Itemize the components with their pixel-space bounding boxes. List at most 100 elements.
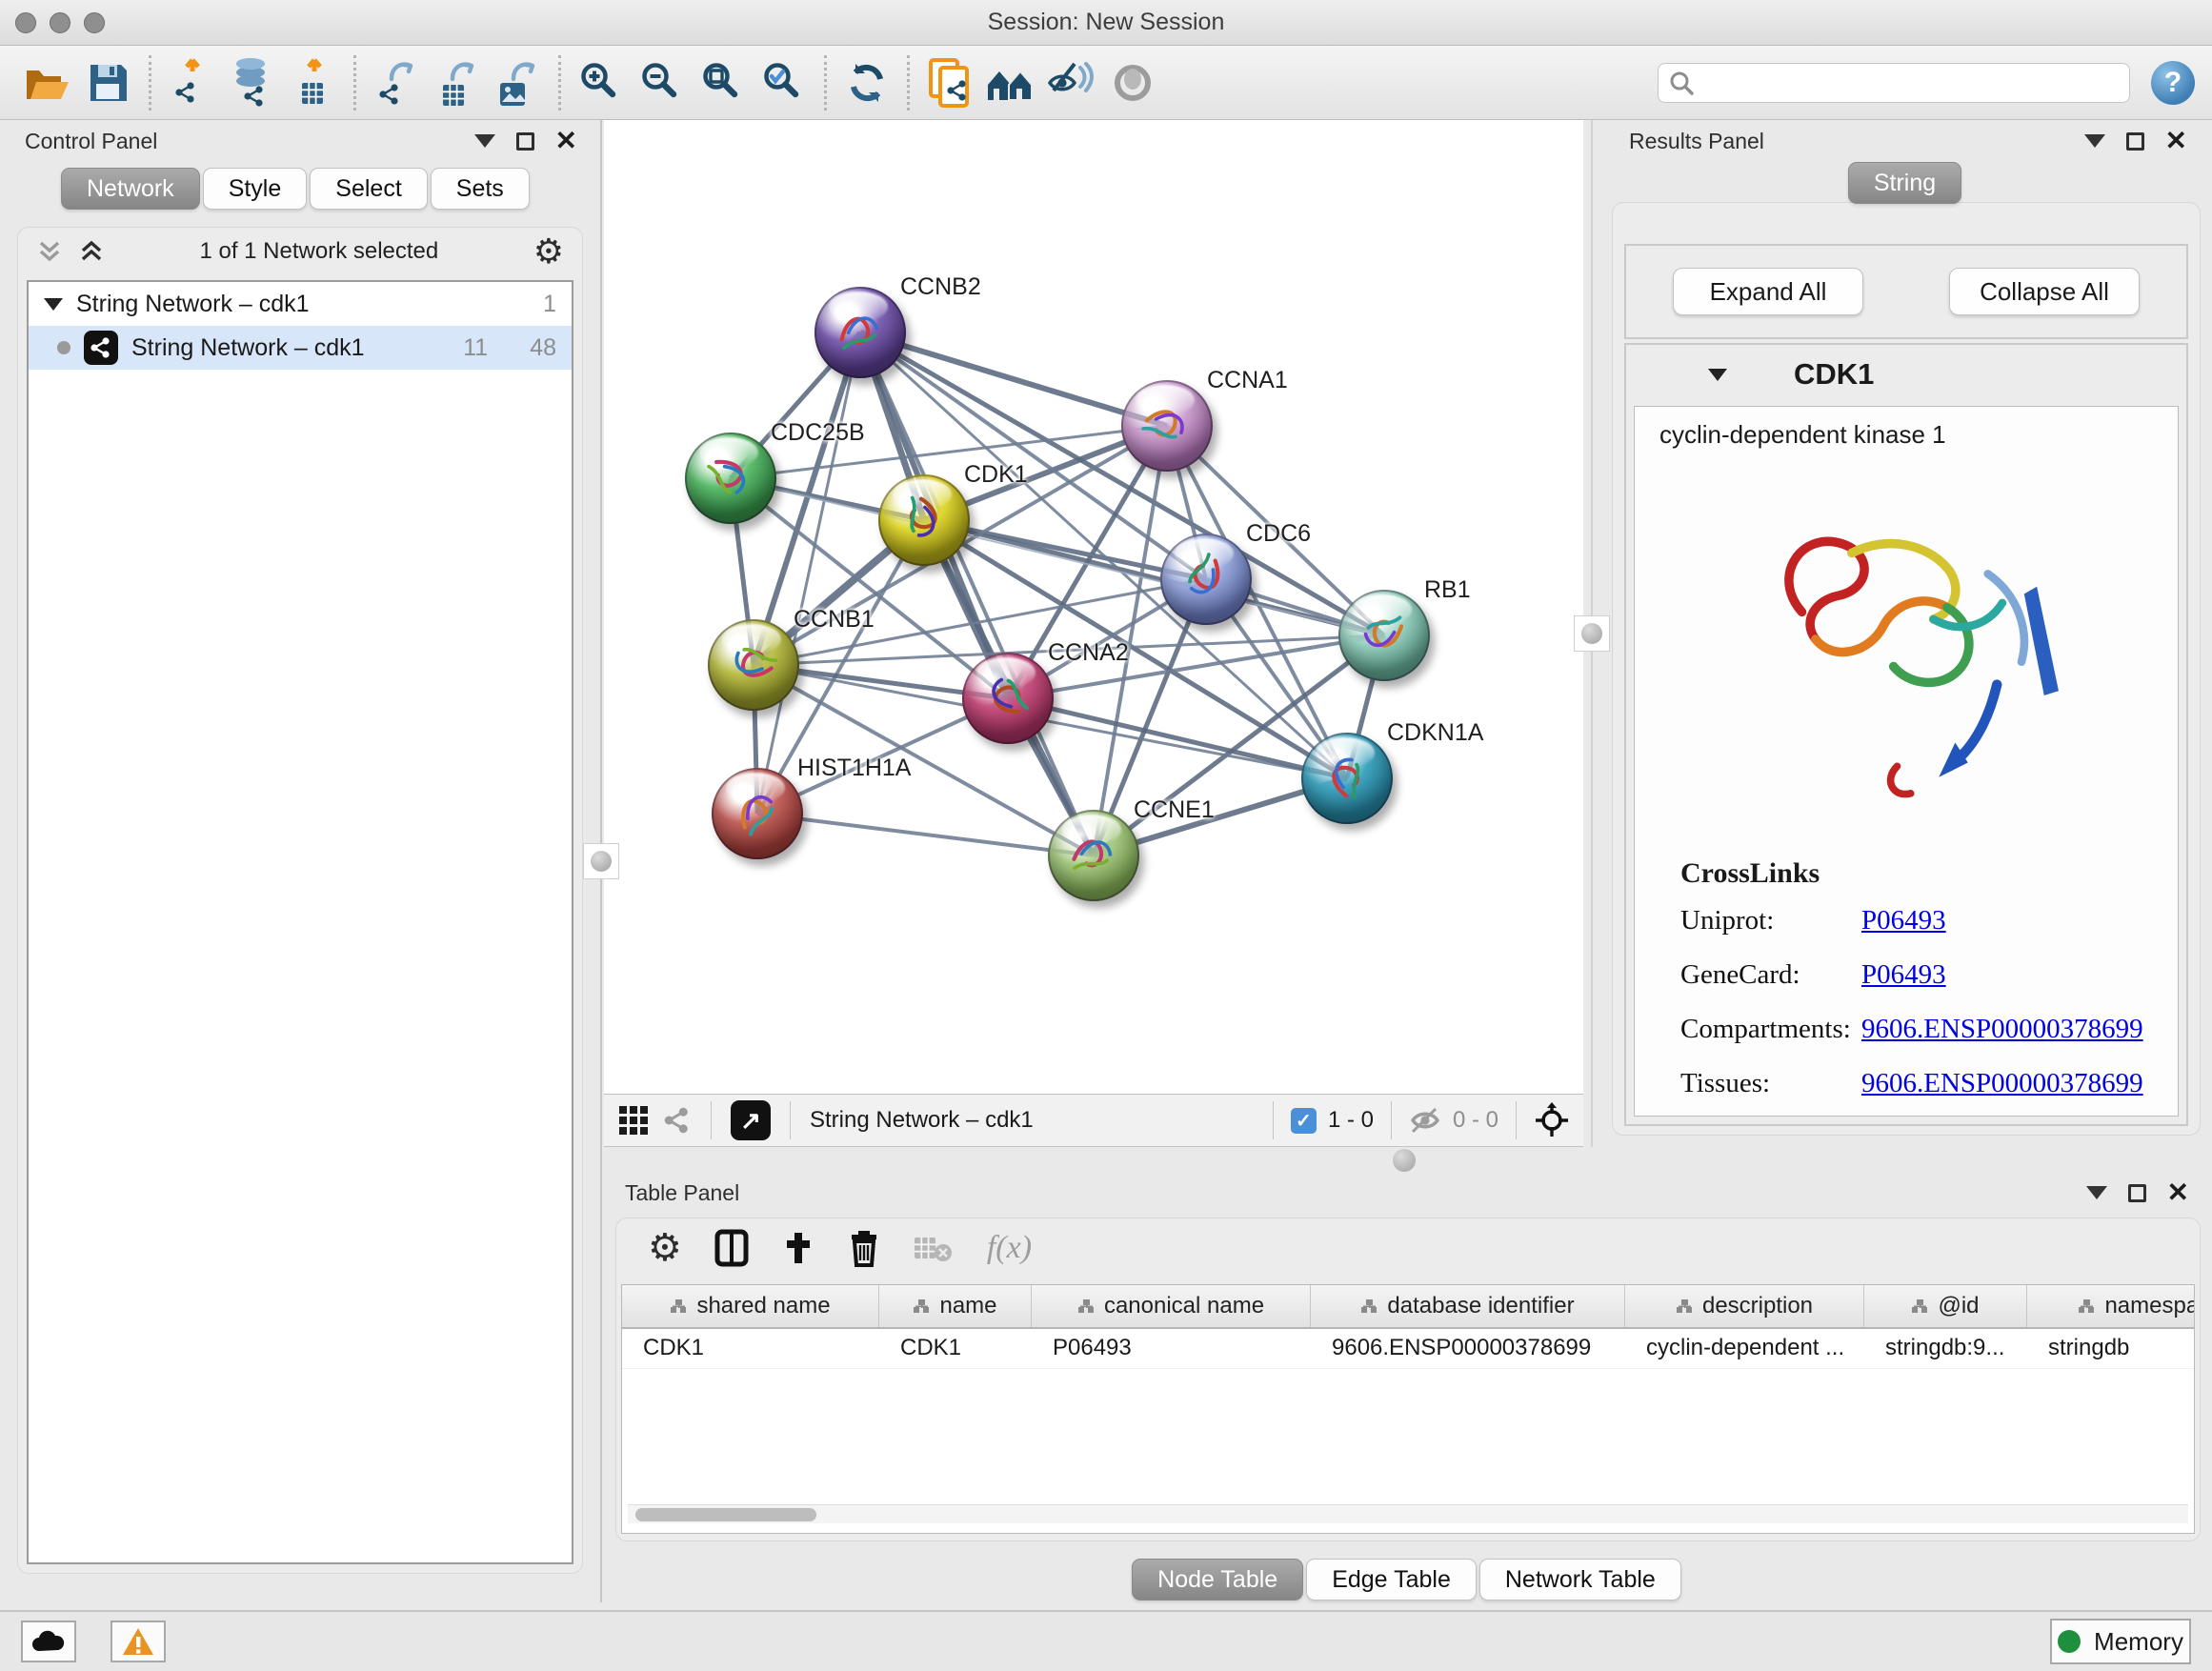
crosslinks-section: CrossLinks Uniprot:P06493GeneCard:P06493… xyxy=(1635,857,2178,1117)
save-session-button[interactable] xyxy=(78,53,139,112)
panel-close-icon[interactable]: ✕ xyxy=(555,128,577,154)
column-header-database-identifier[interactable]: database identifier xyxy=(1311,1285,1625,1327)
collapse-all-button[interactable]: Collapse All xyxy=(1949,268,2140,315)
zoom-in-button[interactable] xyxy=(571,53,632,112)
import-network-button[interactable] xyxy=(161,53,222,112)
tab-network-table[interactable]: Network Table xyxy=(1479,1559,1681,1601)
tab-style[interactable]: Style xyxy=(203,168,308,210)
refresh-button[interactable] xyxy=(836,53,897,112)
zoom-selected-button[interactable] xyxy=(754,53,814,112)
tab-string[interactable]: String xyxy=(1848,162,1961,204)
left-splitter-handle[interactable] xyxy=(583,843,619,879)
crosslink-row: GeneCard:P06493 xyxy=(1680,959,2178,991)
node-CCNB2[interactable] xyxy=(814,287,906,378)
node-CDKN1A[interactable] xyxy=(1301,733,1393,824)
grid-view-icon[interactable] xyxy=(617,1104,650,1137)
panel-close-icon[interactable]: ✕ xyxy=(2167,1179,2189,1206)
table-options-gear-icon[interactable]: ⚙ xyxy=(648,1229,682,1267)
import-from-database-button[interactable] xyxy=(222,53,283,112)
panel-float-icon[interactable] xyxy=(516,132,534,151)
birdseye-navigator-icon[interactable] xyxy=(1534,1102,1570,1138)
column-header-name[interactable]: name xyxy=(879,1285,1032,1327)
warning-button[interactable] xyxy=(111,1621,166,1662)
tab-select[interactable]: Select xyxy=(310,168,427,210)
crosslink-link[interactable]: P06493 xyxy=(1861,905,1946,936)
expand-all-button[interactable]: Expand All xyxy=(1673,268,1863,315)
open-session-button[interactable] xyxy=(17,53,78,112)
panel-minimize-icon[interactable] xyxy=(2084,134,2105,148)
section-caret-icon[interactable] xyxy=(1708,369,1727,381)
network-share-icon[interactable] xyxy=(663,1106,692,1135)
gene-description: cyclin-dependent kinase 1 xyxy=(1635,407,2178,450)
zoom-out-button[interactable] xyxy=(632,53,693,112)
hidden-eye-icon[interactable] xyxy=(1409,1107,1441,1134)
search-input[interactable] xyxy=(1702,70,2120,95)
node-label-CCNE1: CCNE1 xyxy=(1134,796,1215,824)
network-row[interactable]: String Network – cdk1 1148 xyxy=(29,326,572,370)
cloud-button[interactable] xyxy=(21,1621,76,1662)
crosslink-link[interactable]: P06493 xyxy=(1861,959,1946,991)
tab-node-table[interactable]: Node Table xyxy=(1132,1559,1303,1601)
column-header-canonical-name[interactable]: canonical name xyxy=(1032,1285,1311,1327)
network-view-title: String Network – cdk1 xyxy=(810,1107,1034,1134)
gear-icon[interactable]: ⚙ xyxy=(533,234,564,269)
tab-edge-table[interactable]: Edge Table xyxy=(1306,1559,1477,1601)
node-CCNB1[interactable] xyxy=(708,619,799,711)
table-row[interactable]: CDK1CDK1P064939606.ENSP00000378699cyclin… xyxy=(622,1329,2194,1369)
collapse-all-icon[interactable] xyxy=(36,239,63,264)
export-table-button[interactable] xyxy=(427,53,488,112)
node-label-CDK1: CDK1 xyxy=(964,461,1028,489)
node-CDC25B[interactable] xyxy=(685,433,776,524)
detach-view-icon[interactable]: ↗ xyxy=(731,1100,771,1140)
import-table-button[interactable] xyxy=(283,53,344,112)
caret-down-icon[interactable] xyxy=(44,298,63,311)
hide-button[interactable] xyxy=(1102,53,1163,112)
table-horizontal-scrollbar[interactable] xyxy=(628,1504,2188,1523)
documents-button[interactable] xyxy=(919,53,980,112)
node-HIST1H1A[interactable] xyxy=(712,768,803,859)
table-cell: stringdb:9... xyxy=(1864,1329,2027,1368)
control-panel-tabs: NetworkStyleSelectSets xyxy=(61,168,600,210)
memory-button[interactable]: Memory xyxy=(2050,1619,2191,1664)
crosslink-link[interactable]: 9606.ENSP00000378699 xyxy=(1861,1014,2143,1045)
panel-minimize-icon[interactable] xyxy=(474,134,495,148)
panel-minimize-icon[interactable] xyxy=(2086,1186,2107,1199)
export-image-button[interactable] xyxy=(488,53,549,112)
node-CDK1[interactable] xyxy=(878,474,970,566)
show-graphics-details-button[interactable] xyxy=(1041,53,1102,112)
column-header-shared-name[interactable]: shared name xyxy=(622,1285,879,1327)
panel-float-icon[interactable] xyxy=(2128,1184,2146,1202)
expand-all-icon[interactable] xyxy=(78,239,105,264)
toolbar-separator xyxy=(353,55,356,111)
panel-float-icon[interactable] xyxy=(2126,132,2144,151)
right-splitter-handle[interactable] xyxy=(1574,615,1610,652)
tab-network[interactable]: Network xyxy=(61,168,200,210)
export-network-button[interactable] xyxy=(366,53,427,112)
node-CDC6[interactable] xyxy=(1160,534,1252,625)
table-cell: CDK1 xyxy=(622,1329,879,1368)
node-CCNE1[interactable] xyxy=(1048,810,1139,901)
selected-checkbox-icon[interactable]: ✓ xyxy=(1291,1108,1317,1134)
node-CCNA2[interactable] xyxy=(962,653,1054,744)
help-button[interactable]: ? xyxy=(2151,61,2195,105)
column-header-description[interactable]: description xyxy=(1625,1285,1864,1327)
network-canvas[interactable]: CCNB2CCNA1CDC25BCDK1CDC6RB1CCNB1CCNA2CDK… xyxy=(604,120,1583,1094)
crosslink-link[interactable]: 9606.ENSP00000378699 xyxy=(1861,1068,2143,1099)
string-home-button[interactable] xyxy=(980,53,1041,112)
panel-close-icon[interactable]: ✕ xyxy=(2165,128,2187,154)
horizontal-splitter-handle[interactable] xyxy=(1393,1149,1416,1172)
zoom-fit-button[interactable] xyxy=(693,53,754,112)
protein-thumbnail-icon xyxy=(1313,746,1379,807)
node-CCNA1[interactable] xyxy=(1121,380,1213,472)
node-RB1[interactable] xyxy=(1338,590,1430,681)
column-header-namespace[interactable]: namespace xyxy=(2027,1285,2195,1327)
protein-thumbnail-icon xyxy=(1059,823,1126,884)
column-header--id[interactable]: @id xyxy=(1864,1285,2027,1327)
tab-sets[interactable]: Sets xyxy=(431,168,530,210)
show-columns-icon[interactable] xyxy=(714,1229,749,1267)
add-column-icon[interactable] xyxy=(781,1229,815,1267)
delete-table-icon[interactable] xyxy=(913,1232,955,1264)
network-collection-row[interactable]: String Network – cdk1 1 xyxy=(29,282,572,326)
delete-column-icon[interactable] xyxy=(848,1229,880,1267)
function-builder-icon[interactable]: f(x) xyxy=(987,1230,1032,1266)
